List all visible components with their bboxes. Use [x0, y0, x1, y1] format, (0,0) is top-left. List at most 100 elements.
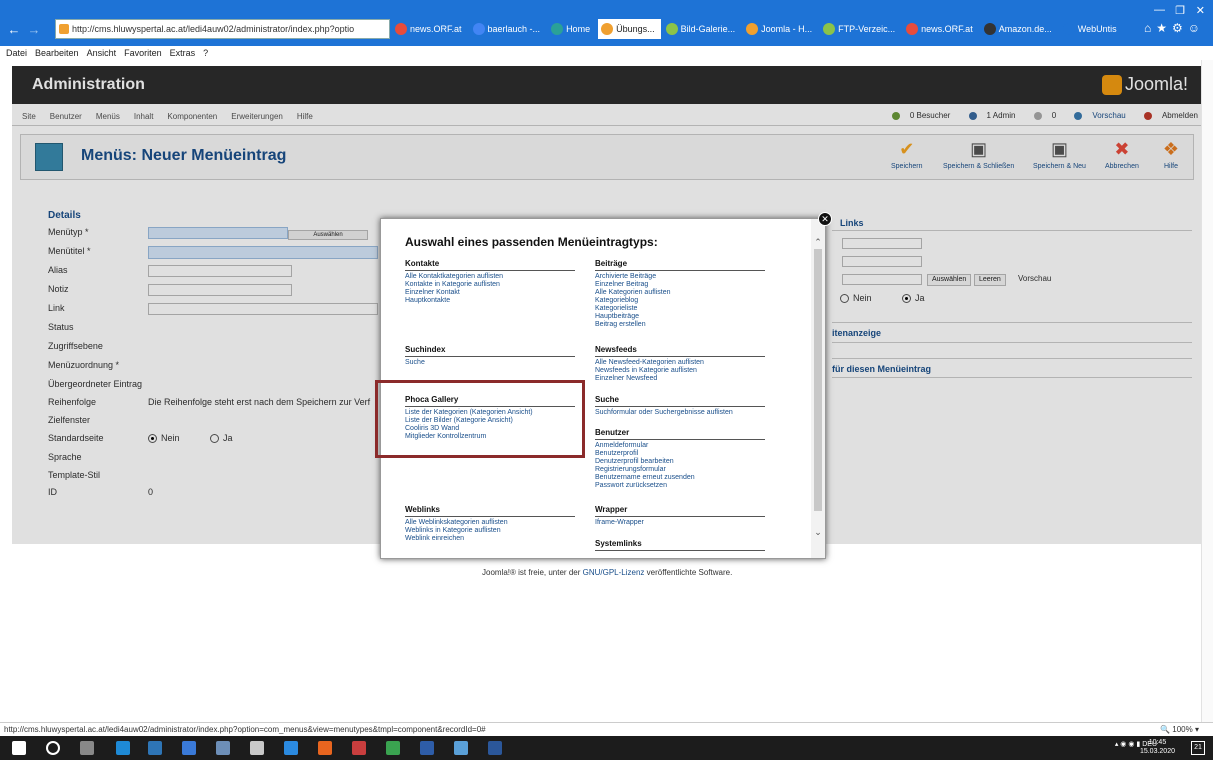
menu-type-group: Systemlinks	[595, 539, 765, 553]
browser-menubar: Datei Bearbeiten Ansicht Favoriten Extras?	[0, 46, 1213, 60]
word-icon[interactable]	[488, 741, 502, 755]
menu-type-link[interactable]: Suche	[405, 359, 575, 367]
minimize-icon[interactable]: —	[1154, 4, 1165, 16]
tab-label: baerlauch -...	[487, 24, 541, 34]
outlook-icon[interactable]	[148, 741, 162, 755]
explorer-icon[interactable]	[182, 741, 196, 755]
browser-tab[interactable]: news.ORF.at	[903, 19, 979, 39]
tab-favicon-icon	[551, 23, 564, 35]
menu-type-link[interactable]: Alle Kategorien auflisten	[595, 289, 765, 297]
tab-favicon-icon	[665, 23, 678, 35]
menu-type-link[interactable]: Kontakte in Kategorie auflisten	[405, 281, 575, 289]
group-title: Systemlinks	[595, 539, 765, 551]
menu-type-link[interactable]: Passwort zurücksetzen	[595, 482, 765, 490]
group-title: Benutzer	[595, 428, 765, 440]
browser-tab[interactable]: Home	[548, 19, 596, 39]
menu-type-link[interactable]: Hauptbeiträge	[595, 313, 765, 321]
menu-type-link[interactable]: Anmeldeformular	[595, 442, 765, 450]
page-scrollbar[interactable]	[1201, 60, 1213, 722]
menu-type-link[interactable]: Hauptkontakte	[405, 297, 575, 305]
search-icon[interactable]	[46, 741, 60, 755]
menu-type-link[interactable]: Einzelner Kontakt	[405, 289, 575, 297]
web-icon[interactable]	[454, 741, 468, 755]
browser-tab[interactable]: baerlauch -...	[470, 19, 547, 39]
modal-close-icon[interactable]: ✕	[818, 212, 832, 226]
menu-type-link[interactable]: Benutzerprofil	[595, 450, 765, 458]
group-title: Beiträge	[595, 259, 765, 271]
menu-type-link[interactable]: Kategorieblog	[595, 297, 765, 305]
forward-arrow-icon[interactable]: →	[26, 22, 42, 38]
scroll-thumb[interactable]	[814, 249, 822, 511]
modal-scrollbar[interactable]: ⌃ ⌄	[811, 219, 825, 558]
scroll-down-icon[interactable]: ⌄	[813, 527, 823, 538]
edge-icon[interactable]	[116, 741, 130, 755]
menu-type-link[interactable]: Kategorieliste	[595, 305, 765, 313]
menu-type-group: Kontakte Alle Kontaktkategorien auflisten…	[405, 259, 575, 305]
menu-type-link[interactable]: Beitrag erstellen	[595, 321, 765, 329]
address-bar[interactable]: http://cms.hluwyspertal.ac.at/ledi4auw02…	[55, 19, 390, 39]
menu-type-link[interactable]: Alle Newsfeed-Kategorien auflisten	[595, 359, 765, 367]
menu-type-group: Benutzer Anmeldeformular Benutzerprofil Den…	[595, 428, 765, 490]
phoca-highlight-box	[375, 380, 585, 458]
license-link[interactable]: GNU/GPL-Lizenz	[583, 568, 645, 577]
menu-type-link[interactable]: Denutzerprofil bearbeiten	[595, 458, 765, 466]
excel-icon[interactable]	[386, 741, 400, 755]
ftp-icon[interactable]	[420, 741, 434, 755]
menu-type-link[interactable]: Benutzername erneut zusenden	[595, 474, 765, 482]
browser-tab[interactable]: WebUntis	[1060, 19, 1123, 39]
group-title: Suchindex	[405, 345, 575, 357]
ie-icon[interactable]	[284, 741, 298, 755]
menu-type-link[interactable]: Weblink einreichen	[405, 535, 575, 543]
browser-menu-item[interactable]: Extras	[170, 48, 196, 58]
clock[interactable]: 10:45 15.03.2020	[1140, 738, 1175, 756]
tab-favicon-icon	[906, 23, 919, 35]
browser-tab[interactable]: news.ORF.at	[392, 19, 468, 39]
settings-icon[interactable]	[250, 741, 264, 755]
browser-menu-item[interactable]: Bearbeiten	[35, 48, 79, 58]
browser-tab[interactable]: FTP-Verzeic...	[820, 19, 901, 39]
menu-type-link[interactable]: Weblinks in Kategorie auflisten	[405, 527, 575, 535]
scroll-up-icon[interactable]: ⌃	[813, 237, 823, 248]
browser-tab[interactable]: Joomla - H...	[743, 19, 818, 39]
zoom-level[interactable]: 🔍 100% ▾	[1160, 723, 1199, 736]
tab-label: Amazon.de...	[998, 24, 1052, 34]
browser-statusbar: http://cms.hluwyspertal.ac.at/ledi4auw02…	[0, 722, 1213, 736]
browser-menu-item[interactable]: Favoriten	[124, 48, 162, 58]
tab-favicon-icon	[746, 23, 759, 35]
tab-favicon-icon	[472, 23, 485, 35]
menu-type-link[interactable]: Alle Kontaktkategorien auflisten	[405, 273, 575, 281]
menu-type-link[interactable]: Registrierungsformular	[595, 466, 765, 474]
menu-type-group: Beiträge Archivierte Beiträge Einzelner Be…	[595, 259, 765, 329]
browser-menu-item[interactable]: Datei	[6, 48, 27, 58]
menu-type-link[interactable]: Alle Weblinkskategorien auflisten	[405, 519, 575, 527]
close-window-icon[interactable]: ✕	[1196, 4, 1205, 17]
start-icon[interactable]	[12, 741, 26, 755]
menu-type-link[interactable]: Einzelner Newsfeed	[595, 375, 765, 383]
menu-type-link[interactable]: Archivierte Beiträge	[595, 273, 765, 281]
menu-type-link[interactable]: Suchformular oder Suchergebnisse auflist…	[595, 409, 765, 417]
tab-favicon-icon	[395, 23, 407, 35]
notification-icon[interactable]: 21	[1191, 741, 1205, 755]
browser-tab[interactable]: Übungs...	[598, 19, 661, 39]
menu-type-link[interactable]: Einzelner Beitrag	[595, 281, 765, 289]
app-icon[interactable]	[216, 741, 230, 755]
browser-titlebar: ← → http://cms.hluwyspertal.ac.at/ledi4a…	[0, 0, 1213, 46]
task-view-icon[interactable]	[80, 741, 94, 755]
restore-icon[interactable]: ❐	[1175, 4, 1185, 17]
tab-label: Home	[566, 24, 591, 34]
browser-tab[interactable]: Amazon.de...	[981, 19, 1058, 39]
browser-tab[interactable]: Bild-Galerie...	[663, 19, 742, 39]
group-title: Suche	[595, 395, 765, 407]
back-arrow-icon[interactable]: ←	[6, 22, 22, 38]
menu-type-link[interactable]: Iframe-Wrapper	[595, 519, 765, 527]
tab-label: Joomla - H...	[761, 24, 813, 34]
browser-tool-icons[interactable]: ⌂★⚙☺	[1144, 21, 1205, 35]
tab-favicon-icon	[823, 23, 836, 35]
security-icon[interactable]	[352, 741, 366, 755]
status-url: http://cms.hluwyspertal.ac.at/ledi4auw02…	[4, 725, 486, 734]
menu-type-group: Newsfeeds Alle Newsfeed-Kategorien auflis…	[595, 345, 765, 383]
firefox-icon[interactable]	[318, 741, 332, 755]
browser-menu-item[interactable]: Ansicht	[87, 48, 117, 58]
menu-type-link[interactable]: Newsfeeds in Kategorie auflisten	[595, 367, 765, 375]
browser-menu-item[interactable]: ?	[203, 48, 208, 58]
